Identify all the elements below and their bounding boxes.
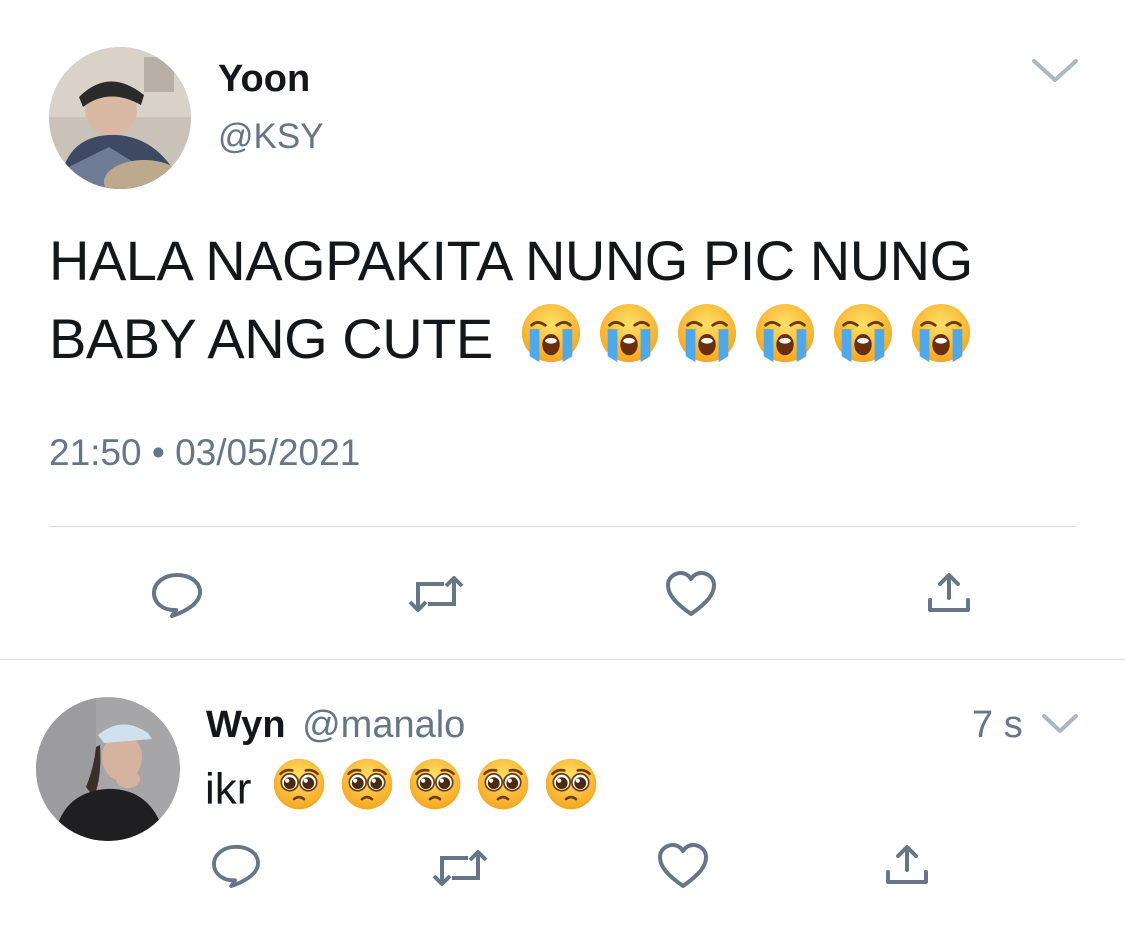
retweet-icon[interactable]: [408, 572, 464, 616]
pleading-face-icon: [408, 757, 462, 827]
reply-text: ikr: [205, 757, 612, 827]
divider: [0, 659, 1125, 660]
reply-icon[interactable]: [210, 842, 262, 888]
emoji-group: [520, 304, 988, 370]
avatar[interactable]: [49, 47, 191, 189]
tweet-text: HALA NAGPAKITA NUNG PIC NUNG BABY ANG CU…: [49, 222, 988, 384]
chevron-down-icon[interactable]: [1030, 55, 1080, 85]
pleading-face-icon: [476, 757, 530, 827]
loudly-crying-face-icon: [754, 302, 816, 384]
pleading-face-icon: [272, 757, 326, 827]
tweet-text-line-2-words: BABY ANG CUTE: [49, 307, 493, 370]
tweet-text-line-2: BABY ANG CUTE: [49, 300, 988, 384]
retweet-icon[interactable]: [432, 846, 488, 890]
chevron-down-icon[interactable]: [1040, 710, 1080, 738]
loudly-crying-face-icon: [598, 302, 660, 384]
display-name[interactable]: Yoon: [218, 58, 310, 101]
divider: [49, 526, 1076, 527]
handle[interactable]: @KSY: [218, 117, 324, 157]
reply-text-words: ikr: [205, 764, 252, 814]
like-icon[interactable]: [656, 842, 710, 890]
reply-header: Wyn @manalo: [206, 704, 465, 747]
like-icon[interactable]: [664, 570, 718, 618]
timestamp[interactable]: 21:50 • 03/05/2021: [49, 432, 360, 474]
share-icon[interactable]: [926, 570, 972, 616]
reply-avatar[interactable]: [36, 697, 180, 841]
loudly-crying-face-icon: [832, 302, 894, 384]
reply-display-name[interactable]: Wyn: [206, 704, 286, 746]
tweet-text-line-1: HALA NAGPAKITA NUNG PIC NUNG: [49, 229, 973, 292]
loudly-crying-face-icon: [520, 302, 582, 384]
share-icon[interactable]: [884, 842, 930, 888]
reply-icon[interactable]: [150, 570, 204, 618]
pleading-face-icon: [340, 757, 394, 827]
loudly-crying-face-icon: [910, 302, 972, 384]
emoji-group: [272, 758, 612, 814]
pleading-face-icon: [544, 757, 598, 827]
reply-age: 7 s: [972, 704, 1023, 746]
loudly-crying-face-icon: [676, 302, 738, 384]
reply-handle[interactable]: @manalo: [302, 704, 465, 746]
